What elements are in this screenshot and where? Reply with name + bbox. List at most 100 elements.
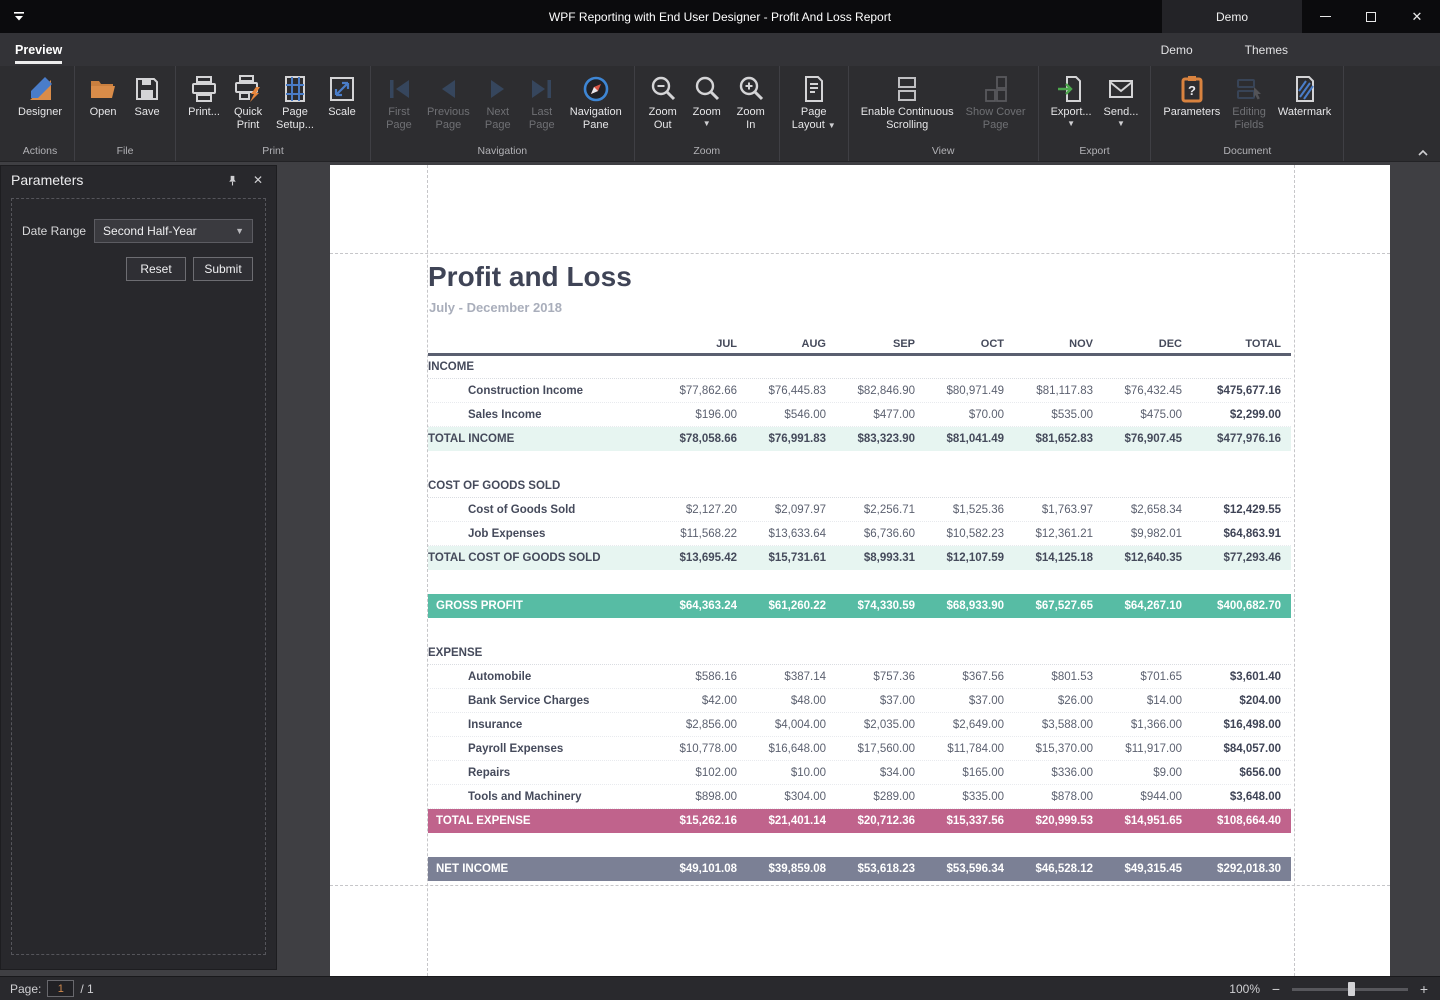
column-header-jul: JUL: [658, 338, 747, 350]
reset-button[interactable]: Reset: [126, 257, 186, 281]
row-label: Sales Income: [428, 409, 658, 421]
cell-value: $76,445.83: [747, 385, 836, 397]
cell-value: $102.00: [658, 767, 747, 779]
ribbon-group-page-layout: PageLayout▼: [780, 66, 849, 161]
nav-first-icon: [384, 74, 414, 104]
table-spacer-row: [428, 451, 1291, 475]
ribbon-button-label: Previous: [427, 106, 470, 119]
cell-value: $475.00: [1103, 409, 1192, 421]
nav-last-icon: [527, 74, 557, 104]
ribbon-group-zoom: ZoomOutZoom▼ZoomInZoom: [635, 66, 780, 161]
menu-item-demo[interactable]: Demo: [1161, 43, 1193, 57]
cell-value: $11,784.00: [925, 743, 1014, 755]
zoom-slider-thumb[interactable]: [1348, 982, 1355, 996]
ribbon-button-editing-fields: EditingFields: [1226, 72, 1272, 134]
ribbon-button-open[interactable]: Open: [81, 72, 125, 121]
zoom-icon: [692, 74, 722, 104]
ribbon-button-first-page: FirstPage: [377, 72, 421, 134]
ribbon-button-label: Scale: [328, 106, 356, 119]
ribbon-button-label: Zoom: [737, 106, 765, 119]
table-row-job-expenses: Job Expenses$11,568.22$13,633.64$6,736.6…: [428, 522, 1291, 546]
tab-preview[interactable]: Preview: [15, 33, 62, 66]
ribbon-button-send[interactable]: Send...▼: [1098, 72, 1145, 130]
ribbon-button-zoom-out[interactable]: ZoomOut: [641, 72, 685, 134]
ribbon-group-label: [782, 155, 846, 161]
cell-value: $2,097.97: [747, 504, 836, 516]
ribbon-button-label: In: [746, 119, 755, 132]
cell-value: $656.00: [1192, 767, 1291, 779]
ribbon-button-designer[interactable]: Designer: [12, 72, 68, 121]
close-button[interactable]: ✕: [1394, 0, 1440, 33]
ribbon-button-enable-continuous-scrolling[interactable]: Enable ContinuousScrolling: [855, 72, 960, 134]
pin-icon[interactable]: [224, 172, 240, 188]
parameters-panel: Parameters ✕ Date Range Second Half-Year…: [0, 165, 277, 970]
ribbon-button-label: Page: [801, 106, 827, 119]
cell-value: $12,107.59: [925, 552, 1014, 564]
maximize-button[interactable]: [1348, 0, 1394, 33]
cell-value: $16,648.00: [747, 743, 836, 755]
ribbon-group-label: Export: [1041, 143, 1149, 161]
ribbon-collapse-button[interactable]: [1416, 145, 1430, 155]
row-label: TOTAL COST OF GOODS SOLD: [428, 552, 658, 564]
ribbon-button-zoom[interactable]: Zoom▼: [685, 72, 729, 130]
quick-access-toolbar-icon[interactable]: [12, 11, 26, 23]
titlebar-demo-button[interactable]: Demo: [1162, 0, 1302, 33]
ribbon-button-navigation-pane[interactable]: NavigationPane: [564, 72, 628, 134]
cell-value: $34.00: [836, 767, 925, 779]
ribbon-button-label: Zoom: [693, 106, 721, 119]
title-bar: WPF Reporting with End User Designer - P…: [0, 0, 1440, 33]
zoom-in-button[interactable]: +: [1418, 981, 1430, 997]
ribbon-button-save[interactable]: Save: [125, 72, 169, 121]
row-label: Repairs: [428, 767, 658, 779]
floppy-icon: [132, 74, 162, 104]
cell-value: $878.00: [1014, 791, 1103, 803]
cover-page-icon: [981, 74, 1011, 104]
cell-value: $2,127.20: [658, 504, 747, 516]
cell-value: $74,330.59: [836, 600, 925, 612]
date-range-label: Date Range: [22, 224, 86, 238]
row-label: Cost of Goods Sold: [428, 504, 658, 516]
ribbon-button-watermark[interactable]: Watermark: [1272, 72, 1337, 121]
ribbon-button-quick-print[interactable]: QuickPrint: [226, 72, 270, 134]
printer-icon: [189, 74, 219, 104]
zoom-percent: 100%: [1229, 982, 1260, 996]
ribbon-button-parameters[interactable]: ?Parameters: [1157, 72, 1226, 121]
close-panel-icon[interactable]: ✕: [250, 172, 266, 188]
row-label: TOTAL EXPENSE: [428, 815, 658, 827]
cell-value: $757.36: [836, 671, 925, 683]
submit-button[interactable]: Submit: [193, 257, 253, 281]
report-page: Profit and Loss July - December 2018 JUL…: [330, 165, 1390, 976]
ribbon-button-export[interactable]: Export...▼: [1045, 72, 1098, 130]
cell-value: $12,429.55: [1192, 504, 1291, 516]
column-header-dec: DEC: [1103, 338, 1192, 350]
ribbon-button-label: Show Cover: [966, 106, 1026, 119]
ribbon-button-scale[interactable]: Scale: [320, 72, 364, 121]
editing-fields-icon: [1234, 74, 1264, 104]
ribbon-button-print[interactable]: Print...: [182, 72, 226, 121]
table-row-net-income: NET INCOME$49,101.08$39,859.08$53,618.23…: [428, 857, 1291, 881]
cell-value: $64,363.24: [658, 600, 747, 612]
date-range-combobox[interactable]: Second Half-Year ▼: [94, 219, 253, 243]
page-layout-icon: [799, 74, 829, 104]
menu-item-themes[interactable]: Themes: [1245, 43, 1288, 57]
chevron-down-icon: ▼: [1067, 120, 1075, 128]
ribbon-button-page-setup[interactable]: PageSetup...: [270, 72, 320, 134]
ribbon-button-label: Enable Continuous: [861, 106, 954, 119]
zoom-slider[interactable]: [1292, 982, 1408, 996]
chevron-down-icon: ▼: [1117, 120, 1125, 128]
table-row-repairs: Repairs$102.00$10.00$34.00$165.00$336.00…: [428, 761, 1291, 785]
cell-value: $10.00: [747, 767, 836, 779]
cell-value: $4,004.00: [747, 719, 836, 731]
envelope-icon: [1106, 74, 1136, 104]
table-row-automobile: Automobile$586.16$387.14$757.36$367.56$8…: [428, 665, 1291, 689]
ribbon-button-page-layout[interactable]: PageLayout▼: [786, 72, 842, 134]
ribbon-group-document: ?ParametersEditingFieldsWatermarkDocumen…: [1151, 66, 1344, 161]
ribbon-button-zoom-in[interactable]: ZoomIn: [729, 72, 773, 134]
ribbon-button-label: Layout▼: [792, 119, 836, 132]
nav-next-icon: [483, 74, 513, 104]
row-label: Automobile: [428, 671, 658, 683]
minimize-button[interactable]: [1302, 0, 1348, 33]
cell-value: $546.00: [747, 409, 836, 421]
page-number-input[interactable]: [47, 980, 74, 997]
zoom-out-button[interactable]: −: [1270, 981, 1282, 997]
